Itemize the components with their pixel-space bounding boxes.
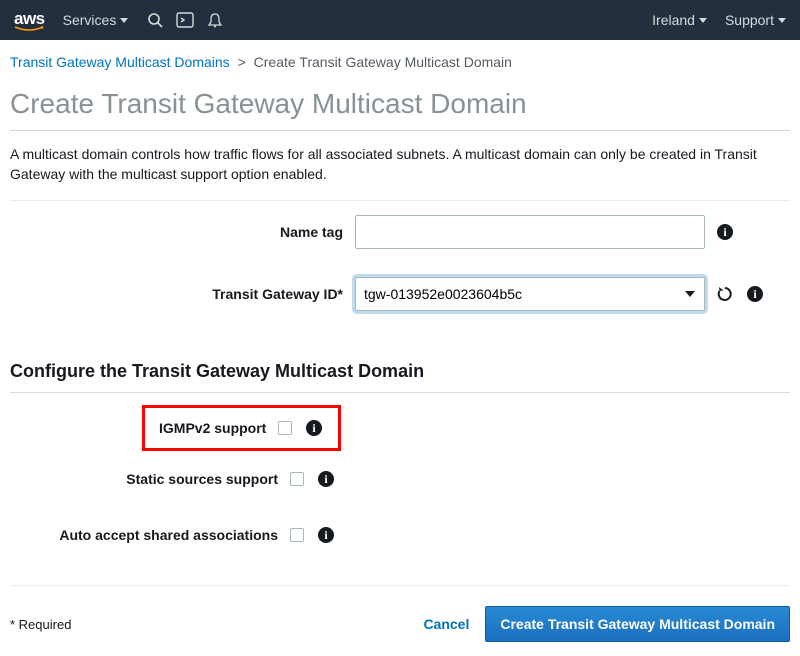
support-label: Support: [725, 12, 774, 28]
igmp-support-checkbox[interactable]: [278, 421, 292, 435]
support-menu[interactable]: Support: [725, 12, 786, 28]
caret-down-icon: [699, 18, 707, 23]
region-label: Ireland: [652, 12, 695, 28]
info-icon[interactable]: i: [745, 284, 765, 304]
cancel-button[interactable]: Cancel: [407, 608, 485, 640]
search-icon[interactable]: [146, 11, 164, 29]
caret-down-icon: [120, 18, 128, 23]
breadcrumb-separator: >: [238, 54, 246, 70]
form-footer: * Required Cancel Create Transit Gateway…: [10, 585, 790, 656]
transit-gateway-id-select[interactable]: [355, 277, 705, 311]
top-navigation: aws Services Ireland Support: [0, 0, 800, 40]
info-icon[interactable]: i: [316, 469, 336, 489]
name-tag-label: Name tag: [10, 224, 355, 240]
info-icon[interactable]: i: [715, 222, 735, 242]
refresh-icon[interactable]: [715, 284, 735, 304]
required-note: * Required: [10, 617, 71, 632]
auto-accept-checkbox[interactable]: [290, 528, 304, 542]
aws-smile-icon: [14, 26, 44, 32]
configure-heading: Configure the Transit Gateway Multicast …: [10, 325, 790, 393]
breadcrumb-parent-link[interactable]: Transit Gateway Multicast Domains: [10, 54, 230, 70]
caret-down-icon: [778, 18, 786, 23]
transit-gateway-id-row: Transit Gateway ID* i: [10, 263, 790, 325]
create-button[interactable]: Create Transit Gateway Multicast Domain: [485, 606, 790, 642]
aws-logo[interactable]: aws: [14, 9, 45, 32]
static-sources-checkbox[interactable]: [290, 472, 304, 486]
auto-accept-label: Auto accept shared associations: [10, 527, 290, 543]
igmp-highlight: IGMPv2 support i: [142, 405, 341, 451]
static-sources-label: Static sources support: [10, 471, 290, 487]
page-title: Create Transit Gateway Multicast Domain: [10, 80, 790, 131]
info-icon[interactable]: i: [304, 418, 324, 438]
page-description: A multicast domain controls how traffic …: [10, 131, 790, 201]
cloudshell-icon[interactable]: [176, 11, 194, 29]
notifications-icon[interactable]: [206, 11, 224, 29]
services-menu[interactable]: Services: [63, 12, 129, 28]
breadcrumb: Transit Gateway Multicast Domains > Crea…: [10, 40, 790, 80]
info-icon[interactable]: i: [316, 525, 336, 545]
name-tag-input[interactable]: [355, 215, 705, 249]
services-label: Services: [63, 12, 117, 28]
region-selector[interactable]: Ireland: [652, 12, 707, 28]
breadcrumb-current: Create Transit Gateway Multicast Domain: [254, 54, 512, 70]
name-tag-row: Name tag i: [10, 201, 790, 263]
static-sources-row: Static sources support i: [10, 451, 790, 507]
auto-accept-row: Auto accept shared associations i: [10, 507, 790, 563]
igmp-support-label: IGMPv2 support: [159, 420, 278, 436]
transit-gateway-id-label: Transit Gateway ID*: [10, 286, 355, 302]
